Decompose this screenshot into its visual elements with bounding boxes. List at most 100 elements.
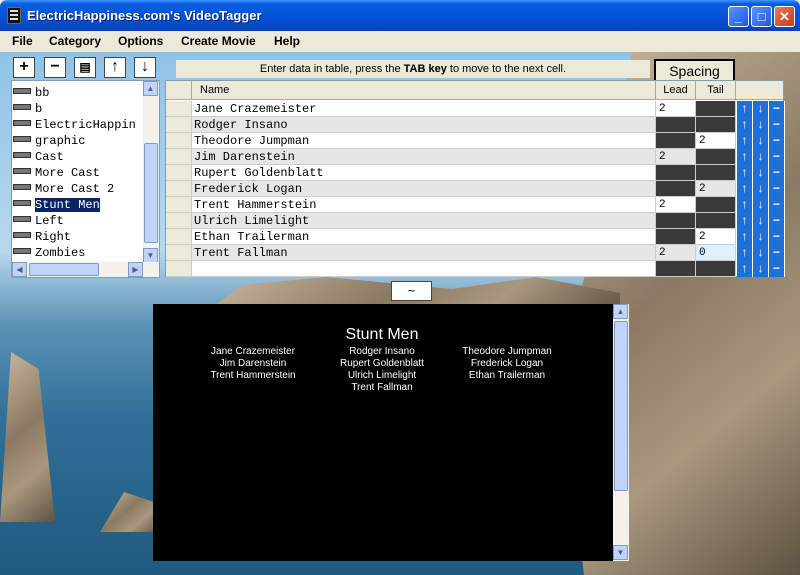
maximize-button[interactable]: □ [751,6,772,27]
name-cell[interactable]: Rodger Insano [192,117,656,133]
scroll-down-button[interactable]: ▼ [143,248,158,263]
delete-row-button[interactable]: − [769,149,785,165]
tail-cell[interactable] [696,101,736,117]
delete-row-button[interactable]: − [769,261,785,277]
category-item[interactable]: bb [12,85,144,101]
delete-row-button[interactable]: − [769,181,785,197]
category-item[interactable]: ElectricHappin [12,117,144,133]
name-cell[interactable]: Trent Hammerstein [192,197,656,213]
move-up-button[interactable]: ↑ [104,57,126,78]
move-row-down-button[interactable]: ↓ [753,181,769,197]
category-item[interactable]: Right [12,229,144,245]
row-selector[interactable] [166,245,192,261]
lead-cell[interactable] [656,133,696,149]
menu-file[interactable]: File [12,34,33,48]
delete-row-button[interactable]: − [769,117,785,133]
move-row-up-button[interactable]: ↑ [737,133,753,149]
category-item[interactable]: Cast [12,149,144,165]
row-selector[interactable] [166,213,192,229]
move-row-down-button[interactable]: ↓ [753,261,769,277]
delete-row-button[interactable]: − [769,197,785,213]
move-down-button[interactable]: ↓ [134,57,156,78]
tail-cell[interactable] [696,149,736,165]
category-list[interactable]: bb b ElectricHappin graphic Cast More Cast Mor… [11,80,160,278]
lead-cell[interactable] [656,181,696,197]
category-item[interactable]: graphic [12,133,144,149]
move-row-up-button[interactable]: ↑ [737,101,753,117]
name-cell[interactable]: Rupert Goldenblatt [192,165,656,181]
menu-create-movie[interactable]: Create Movie [181,34,256,48]
row-selector[interactable] [166,101,192,117]
scroll-thumb[interactable] [144,143,158,243]
row-selector[interactable] [166,149,192,165]
lead-cell[interactable]: 2 [656,101,696,117]
tail-cell[interactable]: 2 [696,133,736,149]
move-row-down-button[interactable]: ↓ [753,197,769,213]
tail-cell[interactable] [696,197,736,213]
name-cell[interactable]: Trent Fallman [192,245,656,261]
tail-cell[interactable] [696,117,736,133]
row-selector[interactable] [166,229,192,245]
move-row-down-button[interactable]: ↓ [753,117,769,133]
tail-cell[interactable]: 0 [696,245,736,261]
delete-row-button[interactable]: − [769,213,785,229]
row-selector[interactable] [166,181,192,197]
row-selector[interactable] [166,133,192,149]
name-cell[interactable]: Ulrich Limelight [192,213,656,229]
delete-row-button[interactable]: − [769,165,785,181]
category-item[interactable]: Stunt Men [12,197,144,213]
move-row-up-button[interactable]: ↑ [737,181,753,197]
move-row-up-button[interactable]: ↑ [737,213,753,229]
move-row-down-button[interactable]: ↓ [753,165,769,181]
category-item[interactable]: b [12,101,144,117]
delete-row-button[interactable]: − [769,245,785,261]
lead-cell[interactable]: 2 [656,197,696,213]
name-cell[interactable]: Ethan Trailerman [192,229,656,245]
move-row-down-button[interactable]: ↓ [753,149,769,165]
move-row-down-button[interactable]: ↓ [753,213,769,229]
category-item[interactable]: More Cast [12,165,144,181]
preview-scroll-down[interactable]: ▼ [613,545,628,560]
category-vertical-scrollbar[interactable]: ▲ ▼ [143,81,159,263]
tail-cell[interactable] [696,165,736,181]
tail-cell[interactable] [696,213,736,229]
minimize-button[interactable]: _ [728,6,749,27]
name-cell[interactable] [192,261,656,277]
name-cell[interactable]: Frederick Logan [192,181,656,197]
tail-cell[interactable]: 2 [696,229,736,245]
category-item[interactable]: More Cast 2 [12,181,144,197]
move-row-up-button[interactable]: ↑ [737,245,753,261]
name-cell[interactable]: Jim Darenstein [192,149,656,165]
lead-cell[interactable] [656,261,696,277]
lead-cell[interactable] [656,213,696,229]
preview-scroll-thumb[interactable] [614,321,628,491]
row-selector[interactable] [166,261,192,277]
menu-help[interactable]: Help [274,34,300,48]
name-cell[interactable]: Jane Crazemeister [192,101,656,117]
scroll-up-button[interactable]: ▲ [143,81,158,96]
scroll-left-button[interactable]: ◀ [12,262,27,277]
move-row-up-button[interactable]: ↑ [737,117,753,133]
category-item[interactable]: Zombies [12,245,144,261]
lead-cell[interactable] [656,165,696,181]
move-row-down-button[interactable]: ↓ [753,245,769,261]
row-selector[interactable] [166,117,192,133]
lead-cell[interactable] [656,229,696,245]
toggle-preview-button[interactable]: ~ [391,281,432,301]
lead-cell[interactable] [656,117,696,133]
header-tail[interactable]: Tail [696,81,736,100]
close-button[interactable]: ✕ [774,6,795,27]
page-icon[interactable]: ▤ [74,57,96,78]
delete-row-button[interactable]: − [769,101,785,117]
move-row-up-button[interactable]: ↑ [737,197,753,213]
move-row-down-button[interactable]: ↓ [753,229,769,245]
name-cell[interactable]: Theodore Jumpman [192,133,656,149]
move-row-down-button[interactable]: ↓ [753,133,769,149]
remove-category-button[interactable]: − [44,57,66,78]
header-name[interactable]: Name [192,81,656,100]
hscroll-thumb[interactable] [29,263,99,276]
lead-cell[interactable]: 2 [656,149,696,165]
row-selector[interactable] [166,165,192,181]
lead-cell[interactable]: 2 [656,245,696,261]
preview-scrollbar[interactable]: ▲ ▼ [613,304,629,561]
